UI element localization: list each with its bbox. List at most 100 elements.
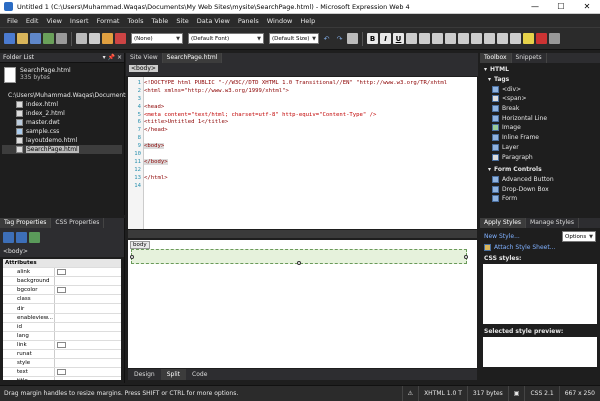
file-item[interactable]: layoutdemo.html [2, 136, 122, 145]
toolbox-item[interactable]: Drop-Down Box [480, 184, 600, 194]
justify-icon[interactable] [445, 33, 456, 44]
attribute-row[interactable]: background [3, 277, 121, 287]
italic-icon[interactable]: I [380, 33, 391, 44]
file-item[interactable]: sample.css [2, 127, 122, 136]
page-dimensions[interactable]: 667 x 250 [558, 386, 600, 401]
bullet-list-icon[interactable] [471, 33, 482, 44]
attach-style-sheet-link[interactable]: Attach Style Sheet... [480, 242, 600, 253]
attribute-row[interactable]: text [3, 368, 121, 378]
menu-view[interactable]: View [42, 17, 65, 25]
toolbox-item[interactable]: Paragraph [480, 152, 600, 162]
code-line[interactable]: 6 <title>Untitled 1</title> [128, 118, 477, 126]
border-icon[interactable] [510, 33, 521, 44]
underline-icon[interactable]: U [393, 33, 404, 44]
code-view[interactable]: 1 <!DOCTYPE html PUBLIC "-//W3C//DTD XHTM… [128, 77, 477, 229]
warning-icon[interactable]: ⚠ [401, 386, 418, 401]
menu-help[interactable]: Help [296, 17, 319, 25]
size-combo[interactable]: (Default Size) ▼ [269, 33, 319, 44]
code-line[interactable]: 3 [128, 95, 477, 103]
font-color-icon[interactable] [536, 33, 547, 44]
align-left-icon[interactable] [406, 33, 417, 44]
bold-icon[interactable]: B [367, 33, 378, 44]
attribute-row[interactable]: style [3, 359, 121, 369]
code-line[interactable]: 8 [128, 134, 477, 142]
format-painter-icon[interactable] [115, 33, 126, 44]
redo-icon[interactable]: ↷ [334, 33, 345, 44]
menu-insert[interactable]: Insert [66, 17, 93, 25]
split-divider[interactable] [128, 230, 477, 238]
menu-data-view[interactable]: Data View [193, 17, 234, 25]
toolbox-item[interactable]: <div> [480, 84, 600, 94]
publish-icon[interactable] [43, 33, 54, 44]
options-dropdown[interactable]: Options ▼ [562, 231, 596, 242]
tab-manage-styles[interactable]: Manage Styles [526, 218, 579, 228]
code-line[interactable]: 2 <html xmlns="http://www.w3.org/1999/xht… [128, 87, 477, 95]
tab-toolbox[interactable]: Toolbox [480, 53, 512, 63]
attribute-row[interactable]: enableview... [3, 313, 121, 323]
indent-icon[interactable] [497, 33, 508, 44]
align-center-icon[interactable] [419, 33, 430, 44]
resize-handle[interactable] [464, 255, 468, 259]
toolbox-item[interactable]: Form [480, 194, 600, 204]
code-line[interactable]: 10 [128, 150, 477, 158]
cut-icon[interactable] [76, 33, 87, 44]
toolbox-item[interactable]: Advanced Button [480, 175, 600, 185]
code-line[interactable]: 13 </html> [128, 174, 477, 182]
attribute-row[interactable]: bgcolor [3, 286, 121, 296]
menu-file[interactable]: File [3, 17, 22, 25]
code-line[interactable]: 7 </head> [128, 126, 477, 134]
attributes-section[interactable]: Attributes [3, 259, 121, 269]
css-styles-list[interactable] [483, 264, 597, 324]
tab-apply-styles[interactable]: Apply Styles [480, 218, 527, 228]
toolbox-item[interactable]: Inline Frame [480, 133, 600, 143]
color-swatch[interactable] [57, 269, 66, 276]
toolbox-item[interactable]: Layer [480, 143, 600, 153]
tab-snippets[interactable]: Snippets [512, 53, 547, 63]
toolbar-options-icon[interactable] [549, 33, 560, 44]
copy-icon[interactable] [89, 33, 100, 44]
align-right-icon[interactable] [432, 33, 443, 44]
toolbox-item[interactable]: Image [480, 123, 600, 133]
resize-handle[interactable] [130, 255, 134, 259]
tab-design[interactable]: Design [128, 369, 161, 380]
file-item[interactable]: index_2.html [2, 109, 122, 118]
menu-panels[interactable]: Panels [234, 17, 263, 25]
outdent-icon[interactable] [484, 33, 495, 44]
toolbox-item[interactable]: <span> [480, 94, 600, 104]
tab-site-view[interactable]: Site View [126, 53, 163, 63]
attribute-row[interactable]: title [3, 377, 121, 380]
categorized-icon[interactable] [3, 232, 14, 243]
new-page-icon[interactable] [4, 33, 15, 44]
open-folder-icon[interactable] [17, 33, 28, 44]
new-style-link[interactable]: New Style... [484, 233, 520, 240]
numbered-list-icon[interactable] [458, 33, 469, 44]
toolbox-form-controls-group[interactable]: ▾ Form Controls [480, 165, 600, 175]
style-combo[interactable]: (None) ▼ [131, 33, 183, 44]
highlight-icon[interactable] [523, 33, 534, 44]
folder-root[interactable]: C:\Users\Muhammad.Waqas\Documents\M [2, 91, 136, 100]
attribute-row[interactable]: id [3, 322, 121, 332]
resize-handle[interactable] [297, 261, 301, 265]
visual-aids-icon[interactable]: ▣ [507, 386, 525, 401]
code-line[interactable]: 9 <body> [128, 142, 477, 150]
file-item-selected[interactable]: SearchPage.html [2, 145, 122, 154]
menu-tools[interactable]: Tools [123, 17, 147, 25]
code-line[interactable]: 5 <meta content="text/html; charset=utf-8… [128, 111, 477, 119]
code-line[interactable]: 14 [128, 182, 477, 190]
attribute-row[interactable]: lang [3, 331, 121, 341]
tab-code[interactable]: Code [186, 369, 213, 380]
doctype-indicator[interactable]: XHTML 1.0 T [418, 386, 467, 401]
attribute-row[interactable]: link [3, 340, 121, 350]
toolbox-item[interactable]: Break [480, 104, 600, 114]
menu-edit[interactable]: Edit [22, 17, 43, 25]
font-combo[interactable]: (Default Font) ▼ [188, 33, 264, 44]
css-version[interactable]: CSS 2.1 [524, 386, 558, 401]
color-swatch[interactable] [57, 369, 66, 376]
sort-icon[interactable] [16, 232, 27, 243]
breadcrumb-tag[interactable]: <body> [129, 65, 158, 72]
toolbox-html-group[interactable]: ▾ HTML [480, 65, 600, 75]
menu-window[interactable]: Window [263, 17, 297, 25]
body-selection-box[interactable] [130, 249, 468, 265]
toolbox-tags-group[interactable]: ▾ Tags [480, 75, 600, 85]
save-icon[interactable] [30, 33, 41, 44]
